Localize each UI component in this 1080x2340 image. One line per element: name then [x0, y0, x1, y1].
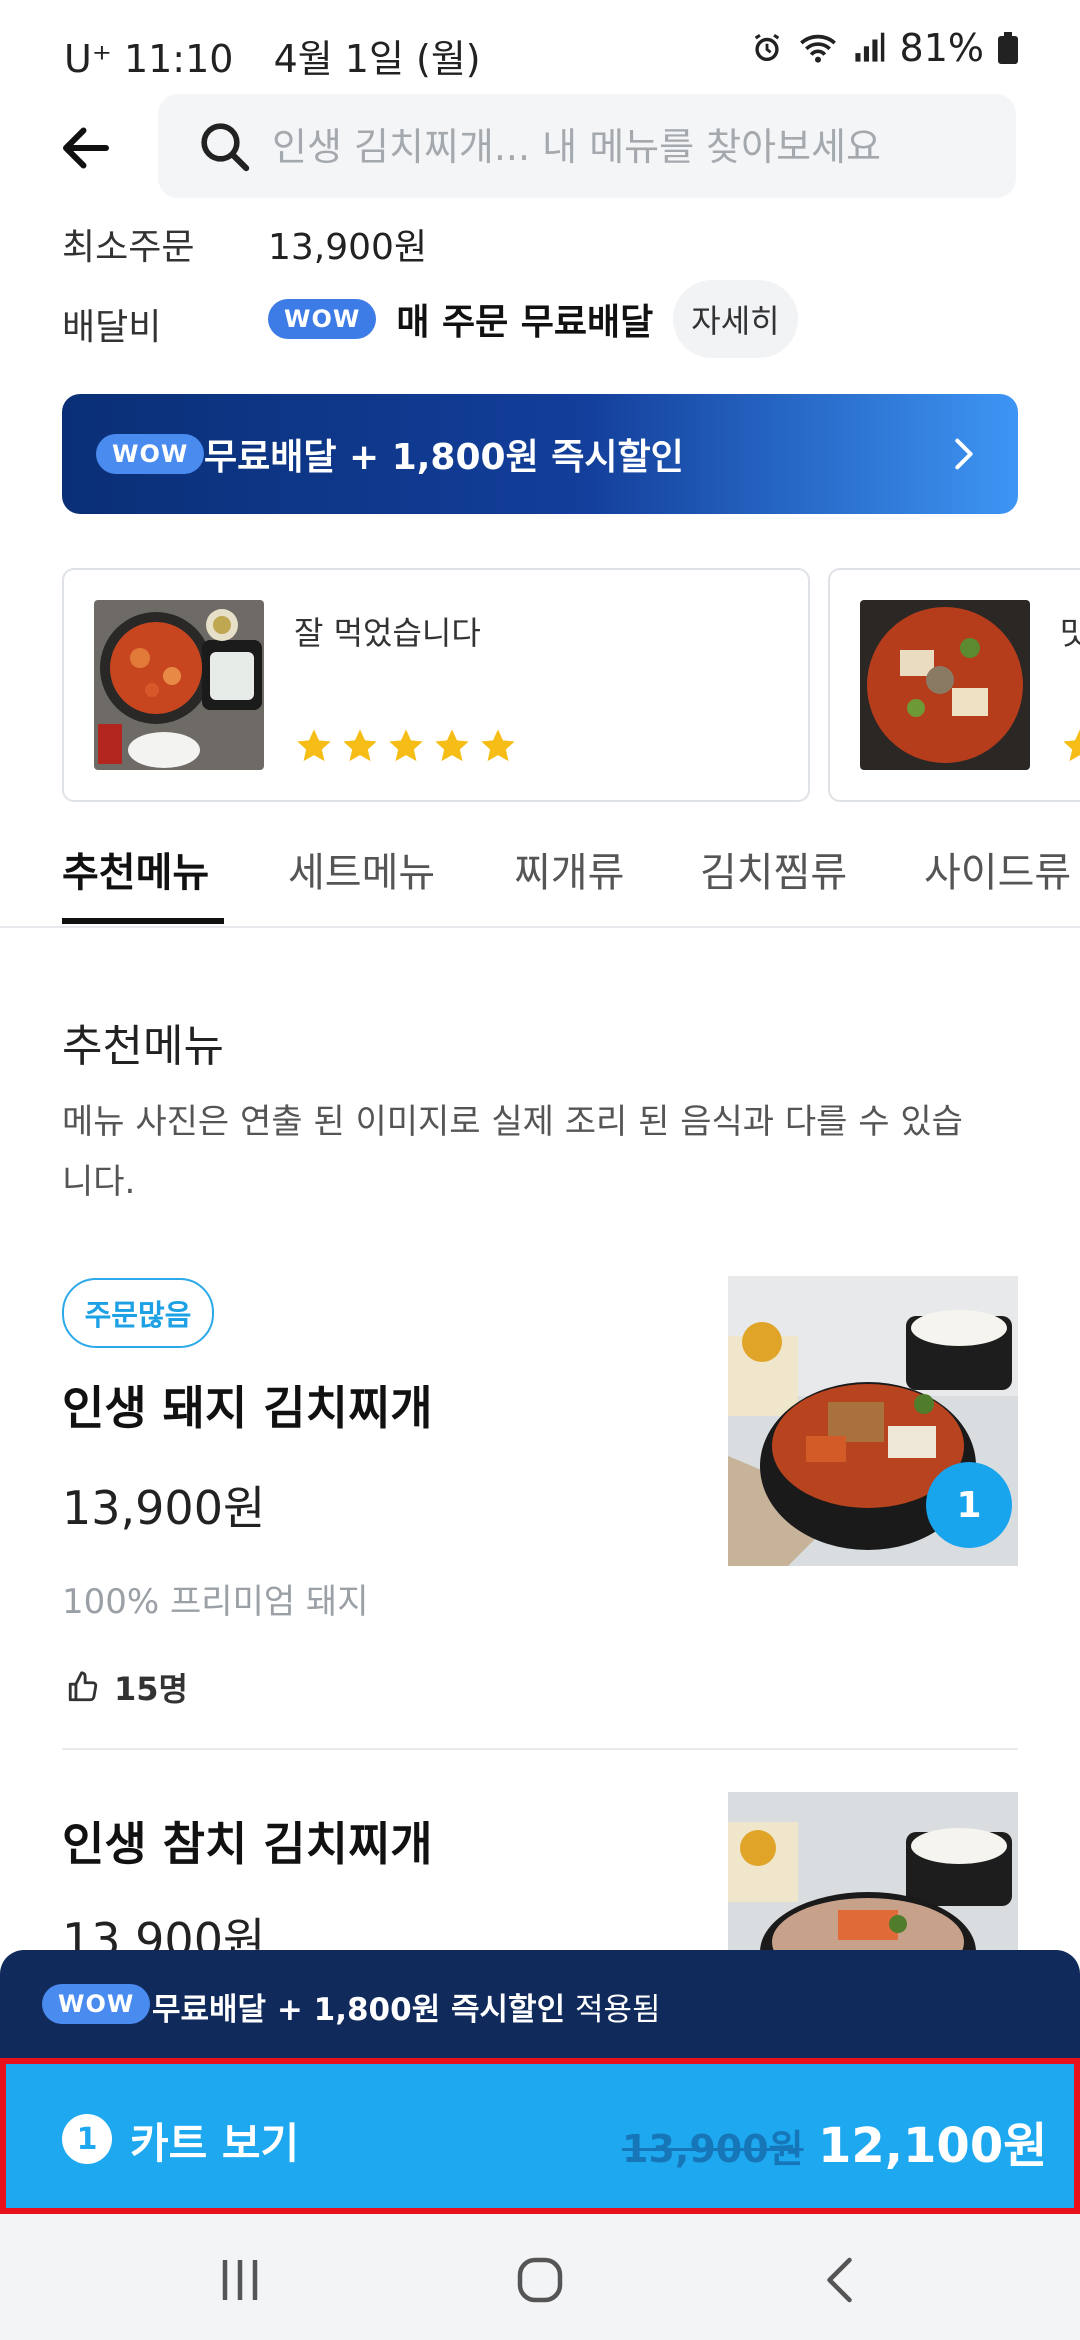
menu-item-description: 100% 프리미엄 돼지 — [62, 1582, 369, 1622]
tab-set-menu[interactable]: 세트메뉴 — [288, 840, 435, 898]
home-icon[interactable] — [510, 2250, 570, 2310]
signal-icon — [854, 32, 884, 62]
star-icon — [343, 729, 377, 762]
tab-recommended[interactable]: 추천메뉴 — [62, 840, 209, 898]
search-input[interactable] — [270, 94, 994, 200]
popular-badge: 주문많음 — [62, 1278, 214, 1348]
min-order-value: 13,900원 — [268, 227, 428, 268]
delivery-fee-row: WOW 매 주문 무료배달 자세히 — [268, 280, 798, 358]
cart-label: 카트 보기 — [130, 2119, 300, 2168]
review-photo — [94, 600, 264, 770]
wow-badge: WOW — [42, 1984, 151, 2024]
star-rating — [294, 726, 518, 766]
wifi-icon — [799, 34, 836, 63]
min-order-label: 최소주문 — [62, 227, 195, 268]
menu-item-name[interactable]: 인생 참치 김치찌개 — [62, 1808, 433, 1874]
search-icon — [201, 123, 250, 172]
section-title: 추천메뉴 — [62, 1021, 224, 1072]
battery-percent: 81% — [899, 26, 984, 70]
battery-icon — [998, 32, 1018, 64]
delivery-fee-label: 배달비 — [62, 307, 162, 348]
menu-item-photo[interactable] — [728, 1792, 1018, 1962]
star-icon — [297, 729, 331, 762]
promo-applied-bar: WOW 무료배달 + 1,800원 즉시할인 적용됨 — [0, 1950, 1080, 2060]
banner-text: 무료배달 + 1,800원 즉시할인 — [204, 437, 684, 478]
wow-badge: WOW — [268, 299, 377, 339]
promo-text: 무료배달 + 1,800원 즉시할인 — [152, 1992, 566, 2028]
final-price: 12,100원 — [818, 2118, 1048, 2174]
back-nav-icon[interactable] — [812, 2250, 872, 2310]
review-card[interactable]: 잘 먹었습니다 — [62, 568, 810, 802]
category-tabs: 추천메뉴 세트메뉴 찌개류 김치찜류 사이드류 — [0, 800, 1080, 928]
recent-apps-icon[interactable] — [210, 2250, 270, 2310]
divider — [62, 1748, 1018, 1750]
star-icon — [435, 729, 469, 762]
star-rating — [1060, 726, 1080, 766]
review-text: 잘 먹었습니다 — [294, 614, 481, 652]
promo-suffix: 적용됨 — [565, 1992, 661, 2028]
menu-item-name[interactable]: 인생 돼지 김치찌개 — [62, 1372, 433, 1438]
likes-count: 15명 — [66, 1664, 188, 1710]
review-text: 맛 — [1060, 608, 1080, 654]
status-time: U⁺ 11:10 — [64, 37, 234, 81]
star-icon — [1063, 729, 1080, 762]
cart-quantity-badge: 1 — [926, 1462, 1012, 1548]
tab-stew[interactable]: 찌개류 — [514, 840, 624, 898]
back-button[interactable] — [56, 118, 116, 178]
tab-active-indicator — [62, 918, 224, 924]
menu-item-price: 13,900원 — [62, 1481, 266, 1535]
view-cart-button[interactable]: 1 카트 보기 13,900원 12,100원 — [0, 2058, 1080, 2214]
cart-count-badge: 1 — [62, 2114, 112, 2164]
status-date: 4월 1일 (월) — [273, 37, 481, 81]
tab-sides[interactable]: 사이드류 — [924, 840, 1071, 898]
chevron-right-icon — [955, 438, 973, 470]
review-photo — [860, 600, 1030, 770]
delivery-fee-value: 매 주문 무료배달 — [396, 302, 654, 343]
arrow-left-icon — [63, 127, 109, 169]
system-nav-bar — [0, 2214, 1080, 2340]
thumbs-up-icon — [68, 1671, 98, 1702]
section-description: 메뉴 사진은 연출 된 이미지로 실제 조리 된 음식과 다를 수 있습니다. — [62, 1102, 963, 1202]
alarm-icon — [754, 33, 779, 62]
review-card[interactable]: 맛 — [828, 568, 1080, 802]
tab-kimchi-jjim[interactable]: 김치찜류 — [700, 840, 847, 898]
wow-promo-banner[interactable]: WOW 무료배달 + 1,800원 즉시할인 — [62, 394, 1018, 514]
detail-button[interactable]: 자세히 — [673, 280, 798, 358]
star-icon — [389, 729, 423, 762]
wow-badge: WOW — [96, 434, 205, 474]
likes-label: 15명 — [114, 1670, 188, 1708]
original-price: 13,900원 — [622, 2127, 804, 2171]
search-bar[interactable] — [158, 94, 1016, 200]
status-bar: U⁺ 11:10 4월 1일 (월) 81% — [0, 0, 1080, 90]
star-icon — [481, 729, 515, 762]
